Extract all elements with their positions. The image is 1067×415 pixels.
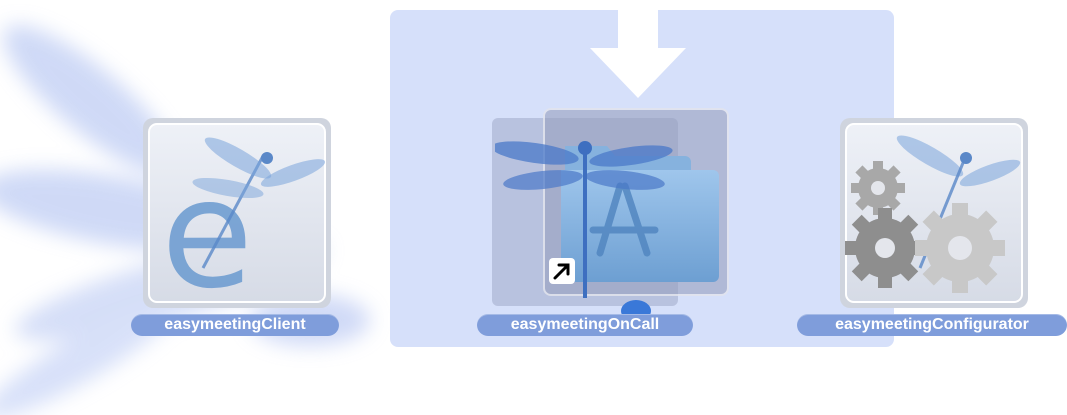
easymeeting-configurator-icon[interactable] [840,118,1028,308]
svg-text:e: e [161,148,253,308]
configurator-app-icon [840,118,1028,308]
configurator-label[interactable]: easymeetingConfigurator [797,314,1067,336]
easymeeting-oncall-icon[interactable] [491,118,725,308]
client-label[interactable]: easymeetingClient [131,314,339,336]
arrow-down-icon [590,0,686,98]
installer-window: e easymeetingClient easymeetingOnCall ea… [0,0,1067,415]
oncall-label[interactable]: easymeetingOnCall [477,314,693,336]
applications-folder-icon [491,141,719,298]
client-app-icon: e [143,118,331,322]
easymeeting-client-icon[interactable]: e [143,118,331,322]
